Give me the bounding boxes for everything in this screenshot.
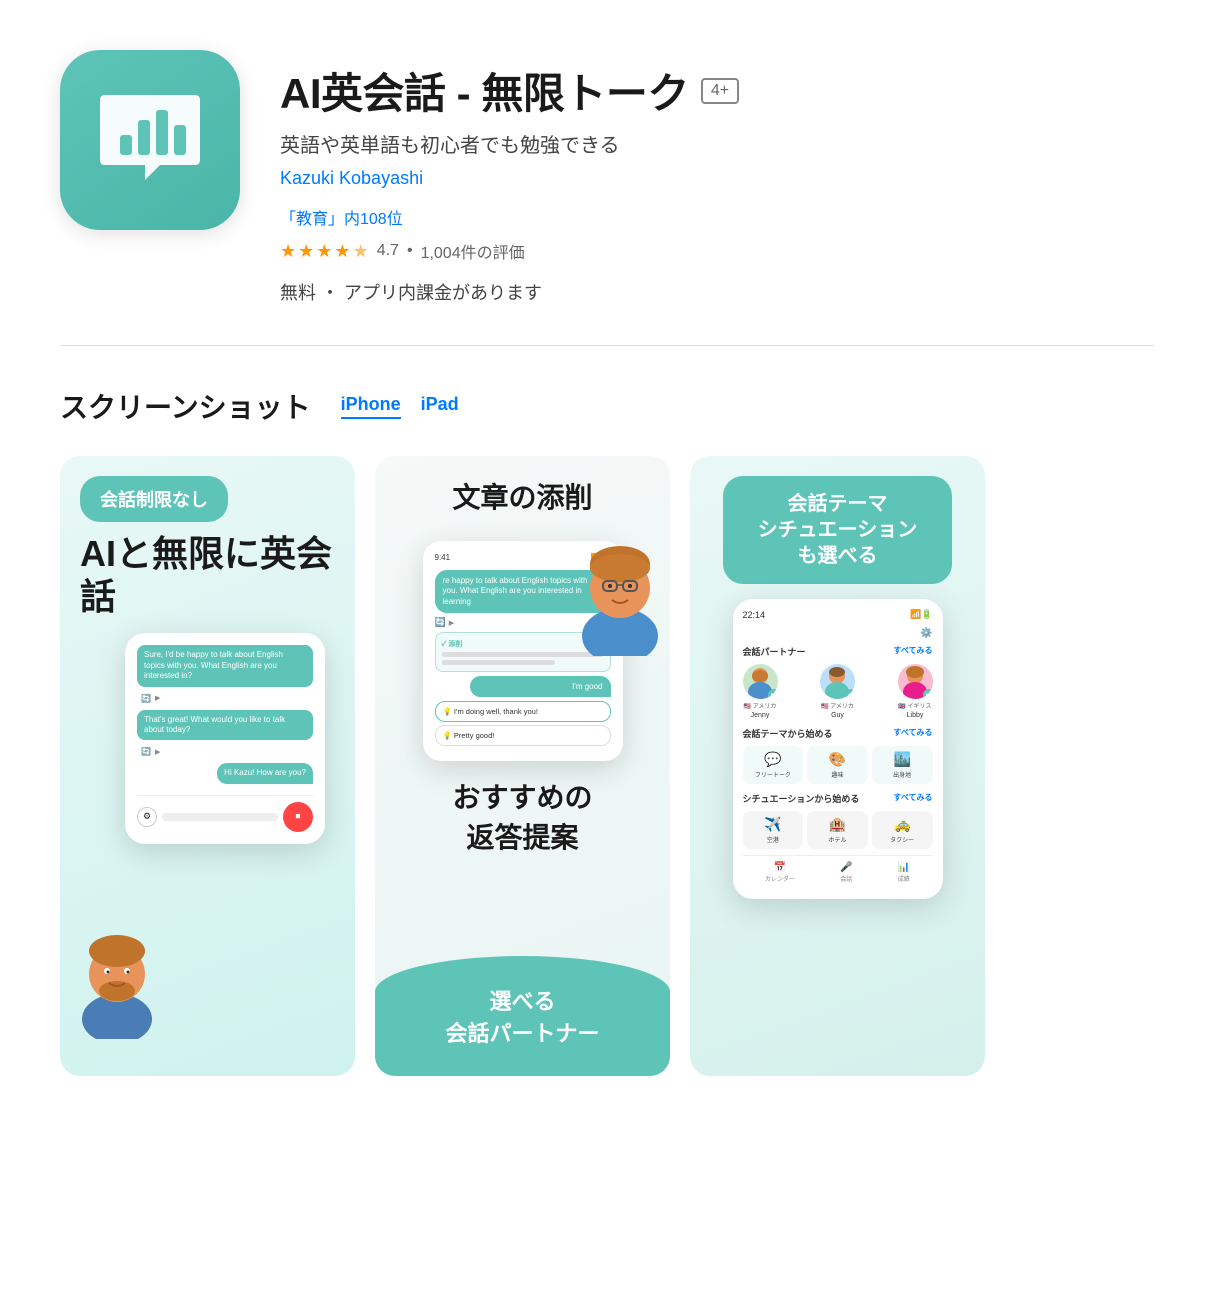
chat-area-1: Sure, I'd be happy to talk about English… — [137, 645, 313, 786]
hobby-icon: 🎨 — [829, 751, 846, 768]
airport-icon: ✈️ — [764, 816, 781, 833]
situation-grid: ✈️ 空港 🏨 ホテル 🚕 タクシー — [743, 811, 933, 849]
theme-bubble: 会話テーマ シチュエーション も選べる — [723, 476, 953, 584]
taxi-icon: 🚕 — [893, 816, 910, 833]
phone-mockup-1: Sure, I'd be happy to talk about English… — [125, 633, 325, 843]
tab-ipad[interactable]: iPad — [421, 394, 459, 419]
screenshots-title: スクリーンショット — [60, 386, 311, 426]
app-developer[interactable]: Kazuki Kobayashi — [280, 168, 739, 189]
star-2: ★ — [298, 241, 314, 262]
screenshot1-bubble-top: 会話制限なし — [80, 476, 228, 522]
settings-btn[interactable]: ⚙ — [137, 807, 157, 827]
translate-row-1: 🔄▶ — [137, 694, 313, 703]
app-header: AI英会話 - 無限トーク 4+ 英語や英単語も初心者でも勉強できる Kazuk… — [0, 0, 1214, 345]
theme-phone-status: 22:14 📶🔋 — [743, 609, 933, 620]
screenshots-gallery: 会話制限なし AIと無限に英会話 — [60, 456, 1154, 1076]
jenny-avatar: ▶ — [743, 664, 778, 699]
screenshots-header: スクリーンショット iPhone iPad — [60, 386, 1154, 426]
nav-results[interactable]: 📊 成績 — [898, 862, 910, 883]
situation-hotel[interactable]: 🏨 ホテル — [807, 811, 868, 849]
libby-play-btn[interactable]: ▶ — [923, 689, 933, 699]
star-1: ★ — [280, 241, 296, 262]
tab-iphone[interactable]: iPhone — [341, 394, 401, 419]
translate-row-2: 🔄▶ — [137, 747, 313, 756]
results-icon: 📊 — [898, 862, 910, 873]
section-situations-title: シチュエーションから始める すべてみる — [743, 792, 933, 805]
mic-icon: 🎤 — [840, 862, 852, 873]
correction-line-2 — [442, 660, 555, 665]
screenshot2-top-text: 文章の添削 — [452, 476, 592, 516]
app-icon-wrapper — [60, 50, 240, 230]
screenshot2-bottom-text: おすすめの 返答提案 — [452, 776, 592, 856]
star-rating: ★ ★ ★ ★ ★ — [280, 241, 369, 262]
bottom-text-line2: 返答提案 — [452, 816, 592, 856]
freetalk-icon: 💬 — [764, 751, 781, 768]
user-reply: I'm good — [470, 676, 611, 697]
screenshot-3: 会話テーマ シチュエーション も選べる 22:14 📶🔋 ⚙️ 会話パートナー … — [690, 456, 985, 1076]
section-topics-title: 会話テーマから始める すべてみる — [743, 727, 933, 740]
app-subtitle: 英語や英単語も初心者でも勉強できる — [280, 129, 739, 158]
record-btn[interactable]: ⏹ — [283, 802, 313, 832]
app-category[interactable]: 「教育」内108位 — [280, 205, 739, 229]
age-badge: 4+ — [701, 78, 739, 104]
audio-bar — [162, 813, 278, 821]
app-icon — [60, 50, 240, 230]
bottom-text-line1: おすすめの — [452, 776, 592, 816]
partner-row: ▶ 🇺🇸 アメリカ Jenny ▶ — [743, 664, 933, 719]
star-4: ★ — [334, 241, 350, 262]
screenshots-section: スクリーンショット iPhone iPad 会話制限なし AIと無限に英会話 — [0, 346, 1214, 1076]
situation-airport[interactable]: ✈️ 空港 — [743, 811, 804, 849]
nav-conversation[interactable]: 🎤 会話 — [840, 862, 852, 883]
chat-msg-2: That's great! What would you like to tal… — [137, 710, 313, 741]
guy-avatar: ▶ — [820, 664, 855, 699]
hotel-icon: 🏨 — [829, 816, 846, 833]
screenshot-1: 会話制限なし AIと無限に英会話 — [60, 456, 355, 1076]
person-avatar-2 — [575, 516, 665, 661]
section-partners-title: 会話パートナー すべてみる — [743, 645, 933, 658]
theme-phone: 22:14 📶🔋 ⚙️ 会話パートナー すべてみる — [733, 599, 943, 899]
suggestion-2: 💡 Pretty good! — [435, 725, 611, 746]
settings-icon: ⚙️ — [743, 628, 933, 639]
person-avatar-1 — [75, 909, 160, 1044]
calendar-icon: 📅 — [774, 862, 786, 873]
nav-calendar[interactable]: 📅 カレンダー — [765, 862, 795, 883]
topic-hobby[interactable]: 🎨 趣味 — [807, 746, 868, 784]
rating-separator: • — [407, 242, 413, 260]
star-3: ★ — [316, 241, 332, 262]
partner-guy: ▶ 🇺🇸 アメリカ Guy — [820, 664, 855, 719]
topic-freetalk[interactable]: 💬 フリートーク — [743, 746, 804, 784]
situation-taxi[interactable]: 🚕 タクシー — [872, 811, 933, 849]
rating-count: 1,004件の評価 — [421, 239, 525, 263]
star-5-half: ★ — [353, 241, 369, 262]
chat-msg-1: Sure, I'd be happy to talk about English… — [137, 645, 313, 686]
rating-row: ★ ★ ★ ★ ★ 4.7 • 1,004件の評価 — [280, 239, 739, 263]
topic-grid: 💬 フリートーク 🎨 趣味 🏙️ 出身地 — [743, 746, 933, 784]
rating-value: 4.7 — [377, 242, 399, 260]
bottom-teal-shape: 選べる会話パートナー — [375, 956, 670, 1076]
bottom-shape-text: 選べる会話パートナー — [445, 984, 599, 1048]
libby-avatar: ▶ — [898, 664, 933, 699]
screenshot-2: 文章の添削 — [375, 456, 670, 1076]
device-tabs: iPhone iPad — [341, 394, 459, 419]
guy-play-btn[interactable]: ▶ — [845, 689, 855, 699]
phone-bottom-bar: 📅 カレンダー 🎤 会話 📊 成績 — [743, 855, 933, 889]
partner-jenny: ▶ 🇺🇸 アメリカ Jenny — [743, 664, 778, 719]
chat-controls: ⚙ ⏹ — [137, 795, 313, 832]
screenshot1-big-text: AIと無限に英会話 — [80, 532, 335, 618]
price-row: 無料 ・ アプリ内課金があります — [280, 279, 739, 305]
topic-hometown[interactable]: 🏙️ 出身地 — [872, 746, 933, 784]
app-title: AI英会話 - 無限トーク — [280, 60, 689, 121]
hometown-icon: 🏙️ — [893, 751, 910, 768]
app-info: AI英会話 - 無限トーク 4+ 英語や英単語も初心者でも勉強できる Kazuk… — [280, 50, 739, 305]
chat-msg-3: Hi Kazu! How are you? — [217, 763, 313, 783]
jenny-play-btn[interactable]: ▶ — [768, 689, 778, 699]
app-title-row: AI英会話 - 無限トーク 4+ — [280, 60, 739, 121]
suggestion-1: 💡 I'm doing well, thank you! — [435, 701, 611, 722]
partner-libby: ▶ 🇬🇧 イギリス Libby — [898, 664, 933, 719]
